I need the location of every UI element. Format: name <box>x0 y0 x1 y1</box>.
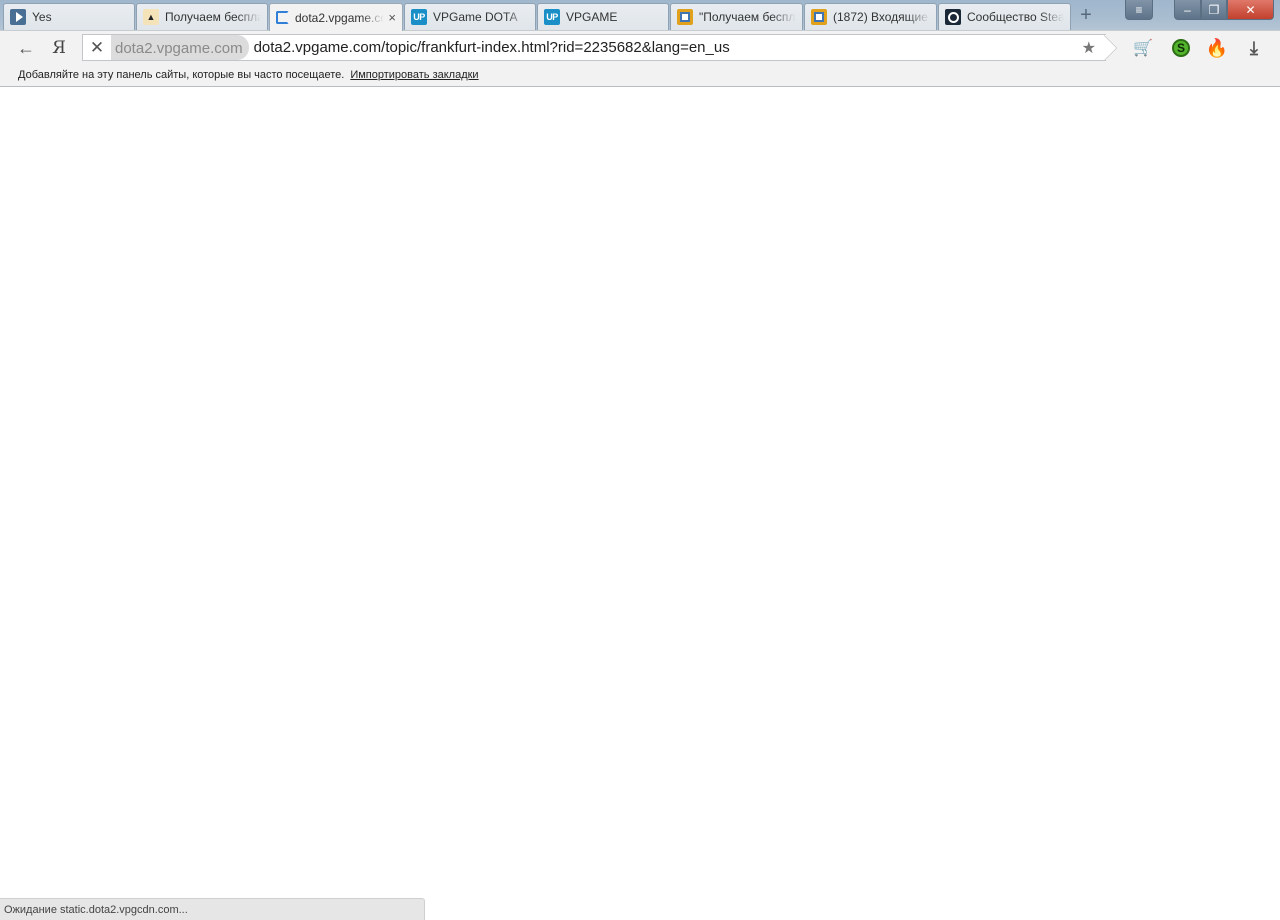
tab-poluchaem-2[interactable]: "Получаем бесплатно <box>670 3 803 30</box>
browser-menu-button[interactable]: ≡ <box>1125 0 1153 20</box>
maximize-button[interactable]: ❐ <box>1201 0 1227 20</box>
tab-title: Yes <box>32 10 52 24</box>
tab-title: "Получаем бесплатно <box>699 10 796 24</box>
minimize-button[interactable]: – <box>1174 0 1201 20</box>
tab-title: Получаем бесплатно <box>165 10 261 24</box>
bookmarks-bar: Добавляйте на эту панель сайты, которые … <box>0 64 1280 87</box>
status-bubble: Ожидание static.dota2.vpgcdn.com... <box>0 898 425 920</box>
play-icon <box>10 9 26 25</box>
import-bookmarks-link[interactable]: Импортировать закладки <box>350 69 478 81</box>
tab-close-button[interactable]: × <box>388 10 396 25</box>
tab-steam-community[interactable]: Сообщество Steam <box>938 3 1071 30</box>
tab-yes[interactable]: Yes <box>3 3 135 30</box>
tab-dota2-vpgame[interactable]: dota2.vpgame.com × <box>269 3 403 31</box>
mail-ring-icon <box>677 9 693 25</box>
close-window-button[interactable]: ✕ <box>1227 0 1274 20</box>
tab-poluchaem[interactable]: Получаем бесплатно <box>136 3 268 30</box>
flame-extension-icon[interactable]: 🔥 <box>1206 37 1228 59</box>
back-arrow-icon[interactable]: ← <box>15 37 37 59</box>
download-icon[interactable]: ⤓ <box>1243 37 1265 59</box>
address-bar[interactable]: ✕ dota2.vpgame.com dota2.vpgame.com/topi… <box>82 34 1106 61</box>
tab-title: Сообщество Steam <box>967 10 1064 24</box>
tab-strip: Yes Получаем бесплатно dota2.vpgame.com … <box>0 0 1280 31</box>
avatar-icon <box>143 9 159 25</box>
new-tab-button[interactable]: + <box>1077 5 1095 25</box>
steam-icon <box>945 9 961 25</box>
s-extension-badge: S <box>1172 39 1190 57</box>
bookmark-star-icon[interactable]: ★ <box>1082 38 1096 58</box>
vpgame-icon: UP <box>411 9 427 25</box>
address-bar-tip <box>1104 35 1118 60</box>
tab-title: VPGAME <box>566 10 618 24</box>
tab-vpgame[interactable]: UP VPGAME <box>537 3 669 30</box>
loading-spinner-icon <box>276 11 289 24</box>
page-content <box>0 87 1280 920</box>
yandex-icon[interactable]: Я <box>48 37 70 59</box>
vpgame-icon: UP <box>544 9 560 25</box>
tab-title: (1872) Входящие <box>833 10 928 24</box>
tab-title: VPGame DOTA <box>433 10 518 24</box>
tab-inbox[interactable]: (1872) Входящие <box>804 3 937 30</box>
address-host-badge: dota2.vpgame.com <box>111 35 249 60</box>
navigation-toolbar: ← Я ✕ dota2.vpgame.com dota2.vpgame.com/… <box>0 30 1280 64</box>
s-extension-icon[interactable]: S <box>1170 37 1192 59</box>
cart-extension-icon[interactable]: 🛒 <box>1132 37 1154 59</box>
tab-vpgame-dota[interactable]: UP VPGame DOTA <box>404 3 536 30</box>
mail-ring-icon <box>811 9 827 25</box>
tab-title: dota2.vpgame.com <box>295 10 384 25</box>
stop-loading-icon[interactable]: ✕ <box>83 38 111 58</box>
bookmarks-bar-message: Добавляйте на эту панель сайты, которые … <box>18 69 345 81</box>
address-url-text[interactable]: dota2.vpgame.com/topic/frankfurt-index.h… <box>249 39 730 56</box>
